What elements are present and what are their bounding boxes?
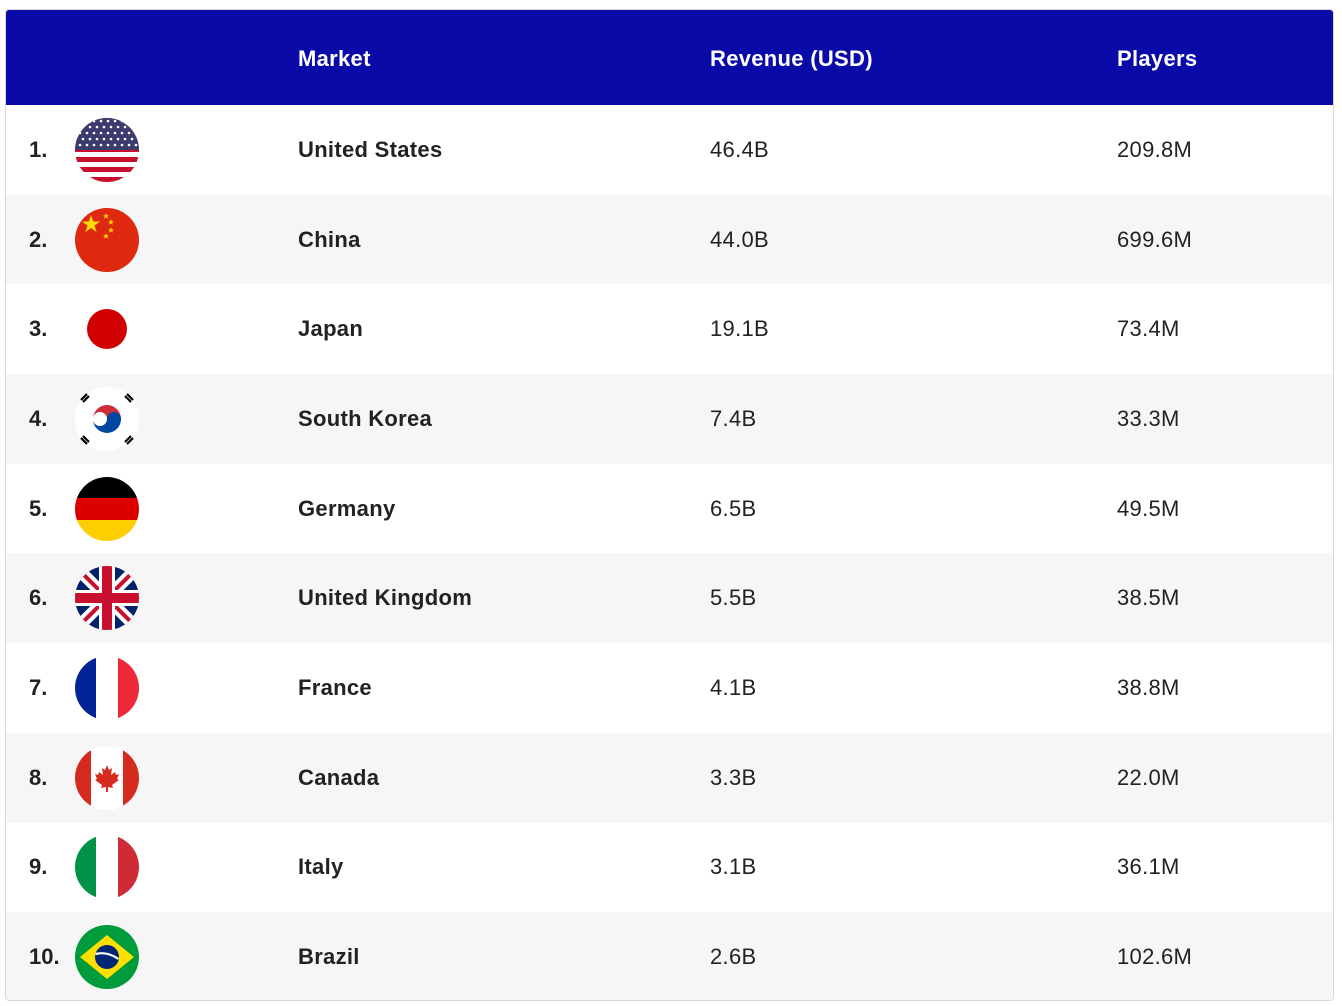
canada-flag-icon xyxy=(74,733,140,823)
rank: 8. xyxy=(29,764,48,790)
uk-flag-icon xyxy=(74,553,140,643)
rank: 6. xyxy=(29,585,48,611)
revenue-value: 4.1B xyxy=(710,674,757,700)
players-value: 102.6M xyxy=(1117,944,1193,970)
revenue-value: 6.5B xyxy=(710,495,757,521)
header-players: Players xyxy=(1117,46,1198,71)
rank: 9. xyxy=(29,854,48,880)
players-value: 38.8M xyxy=(1117,674,1180,700)
market-name: China xyxy=(298,226,361,252)
players-value: 699.6M xyxy=(1117,226,1193,252)
market-name: Germany xyxy=(298,495,396,521)
south-korea-flag-icon xyxy=(74,374,140,464)
market-name: United Kingdom xyxy=(298,585,473,611)
market-name: South Korea xyxy=(298,405,433,431)
table-row: 2. China 44.0B 699.6M xyxy=(6,194,1333,285)
rank: 2. xyxy=(29,226,48,252)
rank: 10. xyxy=(29,944,60,970)
players-value: 73.4M xyxy=(1117,316,1180,342)
table-row: 3. Japan 19.1B 73.4M xyxy=(6,284,1333,374)
revenue-value: 5.5B xyxy=(710,585,757,611)
revenue-value: 19.1B xyxy=(710,316,769,342)
revenue-value: 3.1B xyxy=(710,854,757,880)
market-name: Canada xyxy=(298,764,380,790)
table-row: 10. Brazil 2.6B 102.6M xyxy=(6,912,1333,1000)
players-value: 38.5M xyxy=(1117,585,1180,611)
players-value: 36.1M xyxy=(1117,854,1180,880)
italy-flag-icon xyxy=(74,823,140,913)
players-value: 33.3M xyxy=(1117,405,1180,431)
revenue-value: 46.4B xyxy=(710,136,769,162)
market-name: Japan xyxy=(298,316,364,342)
table-row: 5. Germany 6.5B 49.5M xyxy=(6,464,1333,554)
players-value: 22.0M xyxy=(1117,764,1180,790)
market-name: France xyxy=(298,674,372,700)
rank: 3. xyxy=(29,316,48,342)
market-name: United States xyxy=(298,136,443,162)
table-row: 9. Italy 3.1B 36.1M xyxy=(6,823,1333,913)
us-flag-icon xyxy=(74,105,140,195)
table-row: 1. United States 46.4B 209.8M xyxy=(6,105,1333,195)
markets-table: Market Revenue (USD) Players 1. United S… xyxy=(5,9,1334,1001)
table-row: 6. United Kingdom 5.5B 38.5M xyxy=(6,553,1333,644)
germany-flag-icon xyxy=(74,464,140,554)
japan-flag-icon xyxy=(74,284,140,374)
revenue-value: 3.3B xyxy=(710,764,757,790)
table-row: 7. France 4.1B 38.8M xyxy=(6,643,1333,733)
rank: 7. xyxy=(29,674,48,700)
rank: 1. xyxy=(29,136,48,162)
header-revenue: Revenue (USD) xyxy=(710,46,873,71)
revenue-value: 44.0B xyxy=(710,226,769,252)
table-header: Market Revenue (USD) Players xyxy=(6,10,1333,105)
france-flag-icon xyxy=(74,643,140,733)
rank: 5. xyxy=(29,495,48,521)
revenue-value: 2.6B xyxy=(710,944,757,970)
brazil-flag-icon xyxy=(74,912,140,1000)
header-market: Market xyxy=(298,46,371,71)
table-row: 8. Canada 3.3B 22.0M xyxy=(6,732,1333,823)
market-name: Brazil xyxy=(298,944,360,970)
revenue-value: 7.4B xyxy=(710,405,757,431)
table-row: 4. South Korea 7.4B 33.3M xyxy=(6,374,1333,464)
players-value: 209.8M xyxy=(1117,136,1193,162)
rank: 4. xyxy=(29,405,48,431)
market-name: Italy xyxy=(298,854,344,880)
china-flag-icon xyxy=(74,195,140,285)
players-value: 49.5M xyxy=(1117,495,1180,521)
